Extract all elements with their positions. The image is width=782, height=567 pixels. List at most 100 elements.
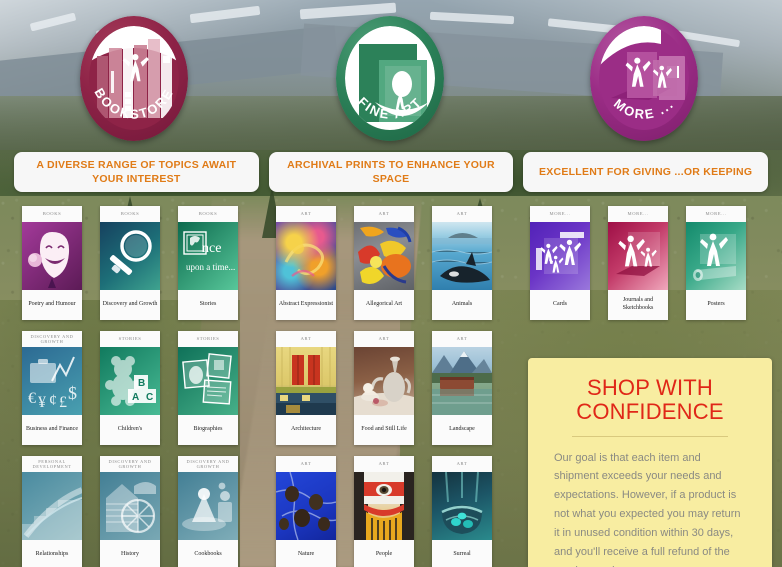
svg-text:nce: nce [202, 241, 221, 256]
card-title: Poetry and Humour [28, 301, 76, 308]
card-poetry-and-humour[interactable]: BOOKS Poetry and Humour [22, 206, 82, 320]
card-cookbooks[interactable]: DISCOVERY AND GROWTH Cookbooks [178, 456, 238, 567]
shop-confidence-divider [572, 435, 728, 437]
card-category: DISCOVERY AND GROWTH [186, 458, 230, 470]
badge-fine-art[interactable]: FINE ART [336, 16, 444, 141]
card-landscape[interactable]: ART Landscape [432, 331, 492, 445]
card-title: Abstract Expressionist [278, 301, 334, 308]
orca-sea-icon [432, 222, 492, 290]
journal-figures-icon [608, 222, 668, 290]
card-title: Stories [199, 301, 217, 308]
card-category: STORIES [118, 336, 142, 342]
card-category: ART [300, 461, 312, 467]
card-business-and-finance[interactable]: DISCOVERY AND GROWTH € ¥ ¢ £ $ Business … [22, 331, 82, 445]
card-category: BOOKS [120, 211, 140, 217]
shutters-facade-icon [276, 347, 336, 415]
banner-text: EXCELLENT FOR GIVING ...OR KEEPING [539, 165, 753, 178]
card-category: ART [300, 336, 312, 342]
shop-confidence-body: Our goal is that each item and shipment … [554, 451, 741, 567]
card-category: BOOKS [42, 211, 62, 217]
teapot-stilllife-icon [354, 347, 414, 415]
card-category: STORIES [196, 336, 220, 342]
shop-confidence-title: SHOP WITH CONFIDENCE [576, 375, 724, 424]
card-category: ART [456, 336, 468, 342]
shop-with-confidence-panel: SHOP WITH CONFIDENCE Our goal is that ea… [528, 358, 772, 567]
card-category: BOOKS [198, 211, 218, 217]
banner-more[interactable]: EXCELLENT FOR GIVING ...OR KEEPING [523, 152, 769, 192]
svg-text:¥: ¥ [38, 394, 46, 411]
card-category: MORE... [549, 211, 571, 217]
group-art-row-3: ART Nature ART People ART Surreal [276, 456, 492, 567]
group-more-row-1: MORE... Cards MORE... Journals and Sketc… [530, 206, 746, 320]
card-title: Discovery and Growth [102, 301, 158, 308]
gift-boxes-icon [599, 26, 689, 130]
card-stories[interactable]: BOOKS nce upon a time... Stories [178, 206, 238, 320]
banner-fine-art[interactable]: ARCHIVAL PRINTS TO ENHANCE YOUR SPACE [268, 152, 514, 192]
card-allegorical-art[interactable]: ART Allegorical Art [354, 206, 414, 320]
photos-letters-icon [178, 347, 238, 415]
group-books-row-2: DISCOVERY AND GROWTH € ¥ ¢ £ $ Business … [22, 331, 238, 445]
card-food-and-still-life[interactable]: ART Food and Still Life [354, 331, 414, 445]
card-biographies[interactable]: STORIES Biographies [178, 331, 238, 445]
card-title: Architecture [291, 426, 321, 433]
card-surreal[interactable]: ART Surreal [432, 456, 492, 567]
svg-text:C: C [146, 392, 153, 403]
card-title: Biographies [193, 426, 223, 433]
badge-inner [89, 26, 179, 131]
card-journals-and-sketchbooks[interactable]: MORE... Journals and Sketchbooks [608, 206, 668, 320]
card-title: Cards [553, 301, 567, 308]
card-title: Landscape [449, 426, 475, 433]
card-childrens[interactable]: STORIES B A C Children's [100, 331, 160, 445]
card-category: ART [456, 211, 468, 217]
banner-text: ARCHIVAL PRINTS TO ENHANCE YOUR SPACE [287, 158, 495, 185]
card-relationships[interactable]: PERSONAL DEVELOPMENT Relationships [22, 456, 82, 567]
badge-bookstore[interactable]: BOOKSTORE [80, 16, 188, 141]
card-category: ART [378, 211, 390, 217]
card-people[interactable]: ART People [354, 456, 414, 567]
card-history[interactable]: DISCOVERY AND GROWTH History [100, 456, 160, 567]
card-animals[interactable]: ART Animals [432, 206, 492, 320]
card-title: Animals [451, 301, 473, 308]
banner-text: A DIVERSE RANGE OF TOPICS AWAIT YOUR INT… [36, 158, 237, 185]
card-category: DISCOVERY AND GROWTH [108, 458, 152, 470]
masks-rose-icon [22, 222, 82, 290]
card-category: PERSONAL DEVELOPMENT [32, 458, 72, 470]
card-title: Cookbooks [194, 551, 222, 558]
card-category: ART [456, 461, 468, 467]
card-title: Posters [707, 301, 725, 308]
badge-inner [345, 26, 435, 131]
card-category: ART [378, 461, 390, 467]
art-frame-icon [345, 26, 435, 130]
abstract-swirl-icon [276, 222, 336, 290]
card-category: ART [378, 336, 390, 342]
card-category: MORE... [627, 211, 649, 217]
card-architecture[interactable]: ART Architecture [276, 331, 336, 445]
card-title: Children's [117, 426, 143, 433]
pinecones-blue-icon [276, 472, 336, 540]
poster-roll-icon [686, 222, 746, 290]
category-badges: BOOKSTORE FINE ART MORE ... [0, 0, 782, 150]
card-discovery-and-growth[interactable]: BOOKS Discovery and Growth [100, 206, 160, 320]
card-title: People [375, 551, 393, 558]
briefcase-currency-icon: € ¥ ¢ £ $ [22, 347, 82, 415]
once-upon-a-time-icon: nce upon a time... [178, 222, 238, 290]
surreal-nest-icon [432, 472, 492, 540]
masked-face-icon [354, 472, 414, 540]
cards-figures-icon [530, 222, 590, 290]
group-books-row-1: BOOKS Poetry and Humour BOOKS Discovery … [22, 206, 238, 320]
card-posters[interactable]: MORE... Posters [686, 206, 746, 320]
card-title: Surreal [453, 551, 471, 558]
card-abstract-expressionist[interactable]: ART Abstract Expressionist [276, 206, 336, 320]
card-nature[interactable]: ART Nature [276, 456, 336, 567]
teddy-blocks-icon: B A C [100, 347, 160, 415]
card-category: ART [300, 211, 312, 217]
badge-more[interactable]: MORE ... [590, 16, 698, 141]
card-title: Relationships [35, 551, 69, 558]
svg-text:£: £ [59, 394, 67, 411]
card-title: Journals and Sketchbooks [622, 297, 654, 311]
card-cards[interactable]: MORE... Cards [530, 206, 590, 320]
banner-bookstore[interactable]: A DIVERSE RANGE OF TOPICS AWAIT YOUR INT… [14, 152, 259, 192]
group-books-row-3: PERSONAL DEVELOPMENT Relationships DISCO… [22, 456, 238, 567]
cake-dessert-icon [178, 472, 238, 540]
card-title: Business and Finance [26, 426, 78, 433]
